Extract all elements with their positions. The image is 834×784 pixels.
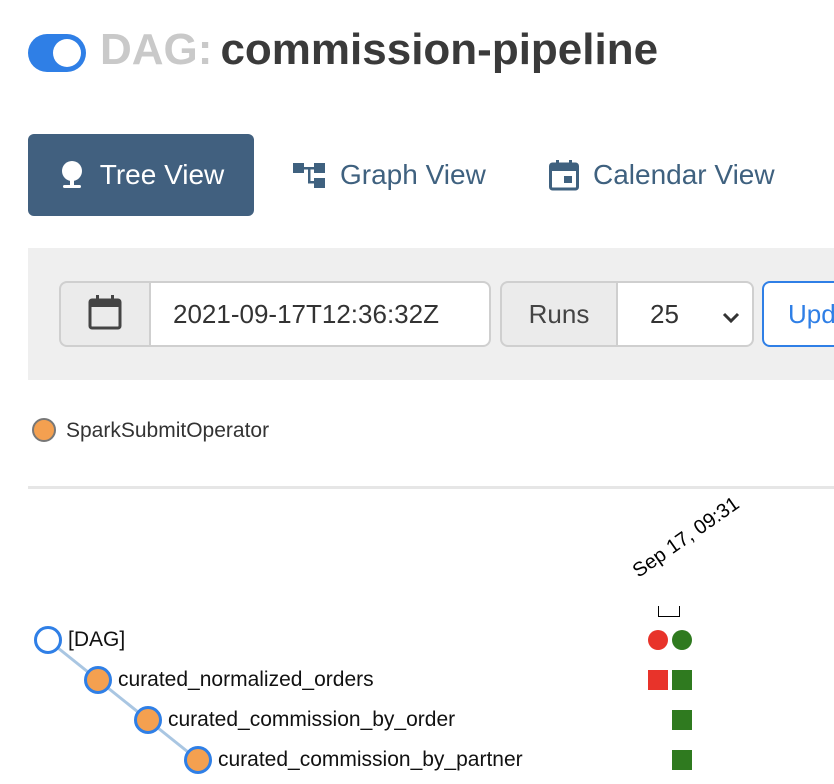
tree-node-task[interactable] [84,666,112,694]
dag-run-failed[interactable] [648,630,668,650]
tree-node-label[interactable]: curated_normalized_orders [118,668,374,692]
task-instance-failed[interactable] [648,670,668,690]
task-instance-success[interactable] [672,670,692,690]
task-instance-success[interactable] [672,750,692,770]
tree-node-label[interactable]: curated_commission_by_order [168,708,455,732]
tree-node-label[interactable]: curated_commission_by_partner [218,748,523,772]
tree-links [47,638,199,762]
tree-node-dag[interactable] [34,626,62,654]
task-instance-success[interactable] [672,710,692,730]
dag-run-success[interactable] [672,630,692,650]
tree-node-task[interactable] [184,746,212,774]
tree-node-task[interactable] [134,706,162,734]
run-date-bracket [658,606,680,617]
tree-node-label[interactable]: [DAG] [68,628,125,652]
